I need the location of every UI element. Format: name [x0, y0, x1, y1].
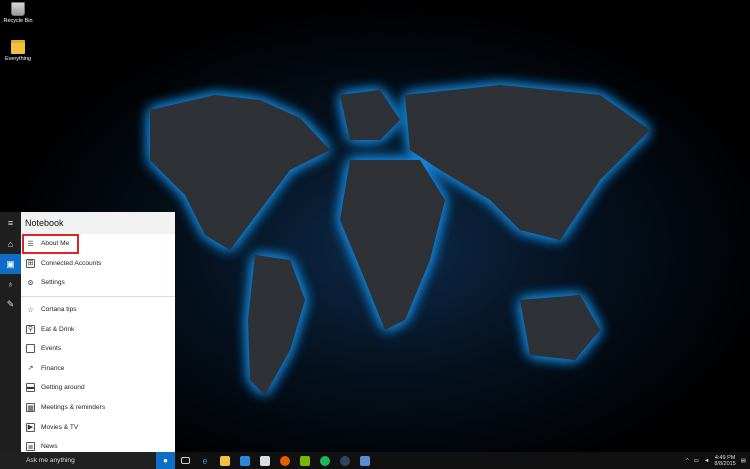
getting-around-icon: ▬ [26, 383, 35, 393]
notebook-item-finance[interactable]: ↗ Finance [21, 359, 175, 379]
notebook-item-events[interactable]: Events [21, 339, 175, 359]
recycle-bin-label: Recycle Bin [3, 18, 33, 24]
volume-icon[interactable]: ◄ [704, 458, 709, 464]
notebook-item-label: Eat & Drink [41, 325, 75, 333]
search-box[interactable]: Ask me anything ● [0, 452, 175, 469]
everything-app-icon [11, 40, 25, 54]
notebook-item-about-me[interactable]: ☰ About Me [22, 234, 79, 254]
clock-time: 4:49 PM [714, 454, 736, 461]
notebook-item-cortana-tips[interactable]: ☆ Cortana tips [21, 300, 175, 320]
notebook-panel: Notebook ☰ About Me ⊞ Connected Accounts… [21, 212, 175, 452]
everything-label: Everything [5, 56, 31, 62]
network-icon[interactable]: ▭ [694, 458, 699, 464]
notebook-item-label: Connected Accounts [41, 259, 102, 267]
notebook-item-meetings-reminders[interactable]: ▦ Meetings & reminders [21, 398, 175, 418]
taskbar: Ask me anything ● e ^ ▭ ◄ 4:49 PM 8/8/20… [0, 452, 750, 469]
cortana-rail: ≡ ⌂ ▣ ♁ ✎ [0, 212, 21, 452]
reminders-icon[interactable]: ♁ [0, 274, 21, 294]
finance-icon: ↗ [27, 365, 34, 373]
steam-icon[interactable] [335, 452, 355, 469]
notebook-item-label: News [41, 443, 58, 451]
system-tray: ^ ▭ ◄ 4:49 PM 8/8/2015 ▤ [686, 455, 750, 467]
file-explorer-icon[interactable] [215, 452, 235, 469]
movies-icon: ▶ [26, 422, 35, 432]
notebook-item-label: Events [41, 345, 62, 353]
task-view-icon[interactable] [175, 452, 195, 469]
feedback-icon[interactable]: ✎ [0, 294, 21, 314]
notebook-item-eat-drink[interactable]: ⚲ Eat & Drink [21, 319, 175, 339]
notebook-item-label: Cortana tips [41, 306, 77, 314]
windows-icon[interactable] [235, 452, 255, 469]
divider [21, 295, 175, 297]
news-icon: ≣ [26, 442, 35, 452]
clock[interactable]: 4:49 PM 8/8/2015 [714, 455, 735, 467]
notifications-icon[interactable]: ▤ [741, 458, 746, 464]
nvidia-icon[interactable] [295, 452, 315, 469]
notebook-item-movies-tv[interactable]: ▶ Movies & TV [21, 417, 175, 437]
meetings-icon: ▦ [26, 403, 35, 413]
spotify-icon[interactable] [315, 452, 335, 469]
notebook-item-getting-around[interactable]: ▬ Getting around [21, 378, 175, 398]
firefox-icon[interactable] [275, 452, 295, 469]
notebook-icon[interactable]: ▣ [0, 254, 21, 274]
recycle-bin-icon [11, 2, 25, 16]
gear-icon: ⚙ [27, 279, 34, 287]
chevron-up-icon[interactable]: ^ [686, 458, 689, 464]
recycle-bin-desktop-icon[interactable]: Recycle Bin [0, 2, 36, 24]
eat-drink-icon: ⚲ [26, 324, 35, 334]
store-icon[interactable] [255, 452, 275, 469]
notebook-item-label: Getting around [41, 384, 85, 392]
home-icon[interactable]: ⌂ [0, 234, 21, 254]
notebook-item-settings[interactable]: ⚙ Settings [21, 273, 175, 293]
star-icon: ☆ [27, 306, 34, 314]
search-placeholder: Ask me anything [26, 457, 75, 464]
notebook-item-connected-accounts[interactable]: ⊞ Connected Accounts [21, 254, 175, 274]
notebook-item-label: About Me [41, 240, 70, 248]
notebook-item-label: Movies & TV [41, 423, 79, 431]
clock-date: 8/8/2015 [714, 460, 736, 467]
microphone-icon[interactable]: ● [156, 452, 175, 469]
notebook-item-news[interactable]: ≣ News [21, 437, 175, 452]
about-me-icon: ☰ [27, 240, 34, 248]
everything-desktop-icon[interactable]: Everything [0, 40, 36, 62]
connected-accounts-icon: ⊞ [26, 258, 35, 268]
notebook-item-label: Meetings & reminders [41, 404, 106, 412]
edge-icon[interactable]: e [195, 452, 215, 469]
notebook-item-label: Finance [41, 364, 65, 372]
notebook-item-label: Settings [41, 279, 65, 287]
hamburger-icon[interactable]: ≡ [0, 212, 21, 234]
app-icon[interactable] [355, 452, 375, 469]
notebook-title: Notebook [21, 212, 175, 234]
events-icon [26, 344, 35, 354]
